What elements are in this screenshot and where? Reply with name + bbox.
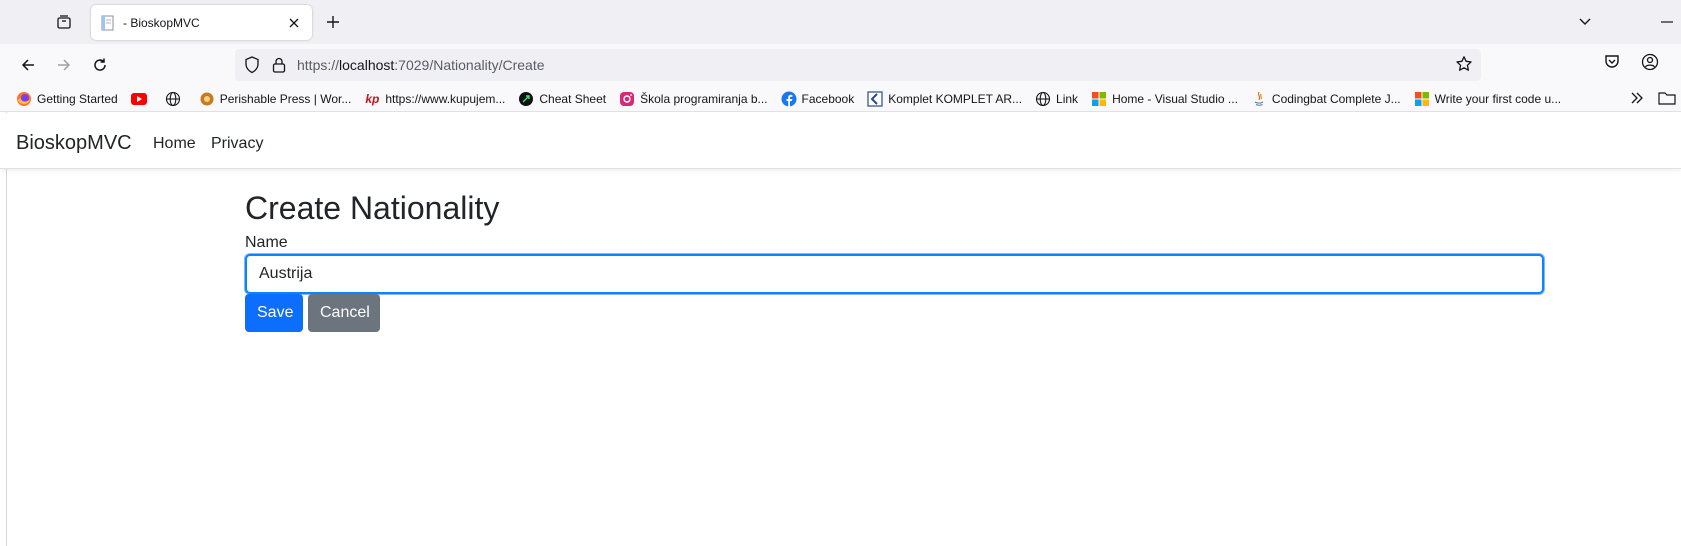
bookmark-label: Link: [1056, 91, 1079, 106]
cheatsheet-icon: [518, 91, 534, 107]
bookmark-visual-studio[interactable]: Home - Visual Studio ...: [1091, 91, 1238, 107]
list-all-tabs-button[interactable]: [1575, 12, 1595, 32]
bookmark-cheat-sheet[interactable]: Cheat Sheet: [518, 91, 606, 107]
address-bar[interactable]: https://localhost:7029/Nationality/Creat…: [235, 49, 1481, 81]
bookmark-link[interactable]: Link: [1035, 91, 1078, 107]
create-nationality-form: Create Nationality Name Save Cancel: [245, 188, 1545, 332]
bookmark-label: Komplet KOMPLET AR...: [888, 91, 1023, 106]
tab-bioskopmvc[interactable]: - BioskopMVC: [91, 5, 312, 40]
url-path: :7029/Nationality/Create: [394, 57, 545, 73]
tab-close-button[interactable]: [286, 15, 302, 31]
tracking-protection-shield-icon[interactable]: [244, 56, 260, 74]
bookmark-label: Cheat Sheet: [539, 91, 607, 106]
bookmark-perishable-press[interactable]: Perishable Press | Wor...: [199, 91, 352, 107]
reload-button[interactable]: [88, 53, 112, 77]
java-icon: [1251, 91, 1267, 107]
bookmark-skola-programiranja[interactable]: Škola programiranja b...: [619, 91, 768, 107]
bookmark-label: Home - Visual Studio ...: [1112, 91, 1238, 106]
nav-link-home[interactable]: Home: [153, 135, 196, 153]
url-text[interactable]: https://localhost:7029/Nationality/Creat…: [297, 57, 545, 73]
plus-icon: [327, 16, 339, 28]
microsoft-icon: [1091, 91, 1107, 107]
facebook-icon: [781, 91, 797, 107]
bookmark-label: Facebook: [801, 91, 855, 106]
tab-bar: - BioskopMVC: [0, 0, 1681, 44]
bookmark-label: Škola programiranja b...: [640, 91, 768, 106]
site-navbar: BioskopMVC Home Privacy: [0, 113, 1681, 169]
save-button[interactable]: Save: [245, 294, 303, 332]
form-actions: Save Cancel: [245, 294, 1545, 332]
bookmark-globe[interactable]: [165, 91, 186, 107]
forward-arrow-icon: [58, 59, 71, 71]
bookmark-star-icon[interactable]: [1455, 55, 1473, 73]
name-label: Name: [245, 234, 288, 251]
pocket-icon[interactable]: [1603, 53, 1621, 71]
globe-icon: [165, 91, 181, 107]
forward-button[interactable]: [52, 53, 76, 77]
page-icon: [101, 15, 114, 30]
url-host: localhost: [339, 57, 395, 73]
new-tab-button[interactable]: [323, 12, 343, 32]
cancel-button[interactable]: Cancel: [308, 294, 380, 332]
instagram-icon: [619, 91, 635, 107]
microsoft-icon: [1414, 91, 1430, 107]
close-icon: [289, 18, 299, 27]
more-bookmarks-chevron-icon[interactable]: [1629, 90, 1645, 106]
firefox-icon: [16, 91, 32, 107]
bookmark-label: https://www.kupujem...: [385, 91, 506, 106]
bookmark-label: Write your first code u...: [1434, 91, 1562, 106]
back-button[interactable]: [16, 53, 40, 77]
nav-link-privacy[interactable]: Privacy: [211, 135, 263, 153]
globe-icon: [1035, 91, 1051, 107]
bookmark-komplet[interactable]: Komplet KOMPLET AR...: [867, 90, 1023, 107]
chevron-down-icon: [1579, 18, 1591, 25]
bookmark-facebook[interactable]: Facebook: [781, 91, 855, 107]
bookmark-codingbat[interactable]: Codingbat Complete J...: [1251, 91, 1401, 107]
lock-icon[interactable]: [271, 56, 287, 74]
window-minimize-button[interactable]: [1656, 12, 1678, 32]
bookmark-label: Perishable Press | Wor...: [219, 91, 352, 106]
page-title: Create Nationality: [245, 190, 500, 226]
name-input[interactable]: [245, 254, 1544, 294]
tab-overview-button[interactable]: [52, 11, 76, 33]
tab-title: - BioskopMVC: [123, 15, 200, 30]
bookmark-kupujem[interactable]: kp https://www.kupujem...: [364, 91, 505, 107]
bookmark-label: Codingbat Complete J...: [1271, 91, 1401, 106]
other-bookmarks-folder-icon[interactable]: [1658, 90, 1676, 106]
kp-icon: kp: [365, 91, 380, 106]
bookmark-write-first-code[interactable]: Write your first code u...: [1414, 91, 1562, 107]
bookmarks-toolbar: Getting Started Perishable Press | Wor..…: [0, 86, 1681, 112]
back-arrow-icon: [21, 59, 34, 71]
url-prefix: https://: [297, 57, 340, 73]
perishable-icon: [199, 91, 215, 107]
tab-overview-icon: [57, 15, 71, 29]
bookmark-label: Getting Started: [37, 91, 118, 106]
bookmark-youtube[interactable]: [130, 91, 152, 107]
site-brand[interactable]: BioskopMVC: [16, 132, 132, 155]
bookmark-getting-started[interactable]: Getting Started: [16, 91, 118, 107]
account-icon[interactable]: [1641, 53, 1659, 71]
navigation-toolbar: https://localhost:7029/Nationality/Creat…: [0, 44, 1681, 86]
minimize-icon: [1661, 21, 1673, 23]
reload-icon: [94, 58, 106, 71]
youtube-icon: [130, 91, 147, 107]
komplet-icon: [867, 90, 883, 107]
